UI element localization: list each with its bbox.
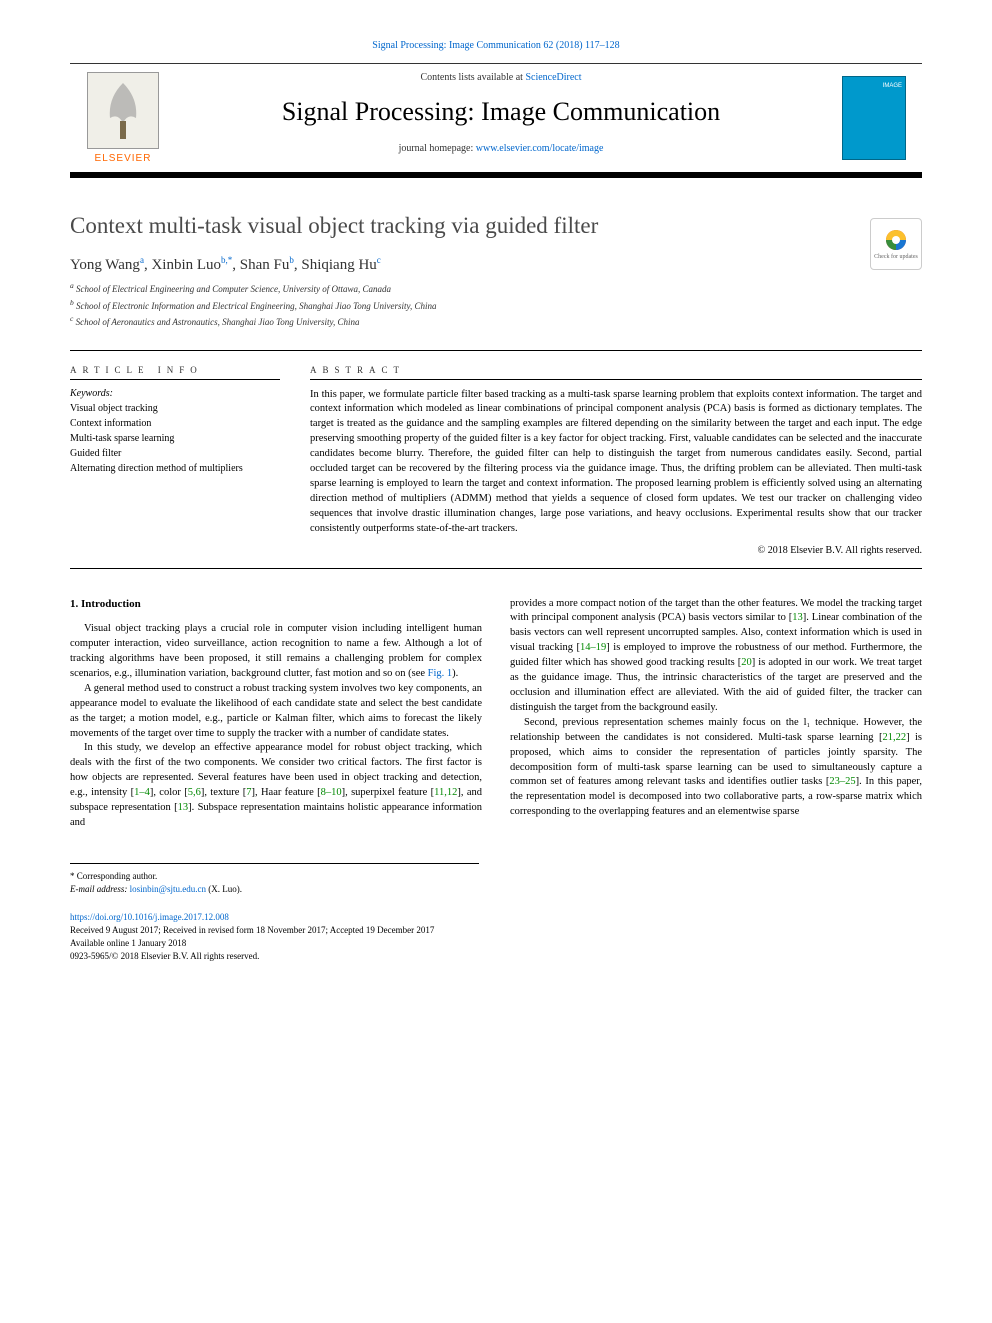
article-title: Context multi-task visual object trackin… bbox=[70, 213, 850, 239]
author: Yong Wang bbox=[70, 257, 140, 273]
cover-label: IMAGE bbox=[883, 83, 902, 89]
paragraph: In this study, we develop an effective a… bbox=[70, 741, 482, 830]
affiliation: a School of Electrical Engineering and C… bbox=[70, 280, 850, 297]
history-line: Received 9 August 2017; Received in revi… bbox=[70, 924, 922, 937]
affiliations: a School of Electrical Engineering and C… bbox=[70, 280, 850, 330]
keywords-list: Visual object tracking Context informati… bbox=[70, 401, 280, 476]
abstract-text: In this paper, we formulate particle fil… bbox=[310, 388, 922, 537]
citation-link[interactable]: 1–4 bbox=[134, 787, 150, 798]
citation-link[interactable]: 11,12 bbox=[434, 787, 457, 798]
author-list: Yong Wanga, Xinbin Luob,*, Shan Fub, Shi… bbox=[70, 255, 850, 274]
aff-marker: b,* bbox=[221, 255, 232, 265]
publisher-block: ELSEVIER bbox=[70, 64, 176, 172]
issn-copyright: 0923-5965/© 2018 Elsevier B.V. All right… bbox=[70, 950, 922, 963]
figure-ref-link[interactable]: Fig. 1 bbox=[428, 668, 453, 679]
sciencedirect-link[interactable]: ScienceDirect bbox=[525, 72, 581, 83]
keyword: Alternating direction method of multipli… bbox=[70, 461, 280, 476]
citation-link[interactable]: 13 bbox=[792, 612, 803, 623]
elsevier-tree-icon bbox=[87, 72, 159, 149]
citation-link[interactable]: 23–25 bbox=[829, 776, 855, 787]
citation-link[interactable]: 21,22 bbox=[882, 732, 906, 743]
paragraph: provides a more compact notion of the ta… bbox=[510, 597, 922, 716]
publisher-name: ELSEVIER bbox=[95, 153, 152, 164]
citation-link[interactable]: 14–19 bbox=[580, 642, 606, 653]
author: Shan Fu bbox=[240, 257, 290, 273]
journal-banner: ELSEVIER Contents lists available at Sci… bbox=[70, 63, 922, 178]
aff-marker: b bbox=[289, 255, 294, 265]
paragraph: Visual object tracking plays a crucial r… bbox=[70, 622, 482, 682]
affiliation: c School of Aeronautics and Astronautics… bbox=[70, 313, 850, 330]
citation-link[interactable]: 8–10 bbox=[321, 787, 342, 798]
aff-marker: a bbox=[140, 255, 144, 265]
available-line: Available online 1 January 2018 bbox=[70, 937, 922, 950]
contents-line: Contents lists available at ScienceDirec… bbox=[176, 72, 826, 83]
body-text: 1. Introduction Visual object tracking p… bbox=[70, 597, 922, 831]
email-link[interactable]: losinbin@sjtu.edu.cn bbox=[130, 884, 206, 894]
footnotes: * Corresponding author. E-mail address: … bbox=[70, 863, 479, 897]
corresponding-author-note: * Corresponding author. bbox=[70, 870, 479, 884]
contents-prefix: Contents lists available at bbox=[420, 72, 525, 83]
article-info-heading: ARTICLE INFO bbox=[70, 365, 280, 380]
keyword: Context information bbox=[70, 416, 280, 431]
running-header: Signal Processing: Image Communication 6… bbox=[70, 40, 922, 51]
citation-link[interactable]: 20 bbox=[741, 657, 752, 668]
section-heading: 1. Introduction bbox=[70, 597, 482, 613]
homepage-prefix: journal homepage: bbox=[399, 143, 476, 154]
aff-marker: c bbox=[377, 255, 381, 265]
homepage-line: journal homepage: www.elsevier.com/locat… bbox=[176, 143, 826, 154]
crossmark-icon bbox=[884, 228, 908, 252]
check-updates-badge[interactable]: Check for updates bbox=[870, 218, 922, 270]
paragraph: Second, previous representation schemes … bbox=[510, 716, 922, 820]
keywords-label: Keywords: bbox=[70, 388, 280, 399]
author: Xinbin Luo bbox=[151, 257, 221, 273]
check-updates-label: Check for updates bbox=[874, 254, 918, 260]
email-line: E-mail address: losinbin@sjtu.edu.cn (X.… bbox=[70, 883, 479, 897]
divider bbox=[70, 568, 922, 569]
citation-link[interactable]: 5,6 bbox=[188, 787, 201, 798]
homepage-link[interactable]: www.elsevier.com/locate/image bbox=[476, 143, 604, 154]
keyword: Multi-task sparse learning bbox=[70, 431, 280, 446]
abstract-heading: ABSTRACT bbox=[310, 365, 922, 380]
author: Shiqiang Hu bbox=[301, 257, 376, 273]
journal-cover-thumbnail: IMAGE bbox=[842, 76, 906, 160]
doi-link[interactable]: https://doi.org/10.1016/j.image.2017.12.… bbox=[70, 912, 229, 922]
keyword: Guided filter bbox=[70, 446, 280, 461]
citation-link[interactable]: 13 bbox=[178, 802, 189, 813]
copyright: © 2018 Elsevier B.V. All rights reserved… bbox=[310, 545, 922, 556]
keyword: Visual object tracking bbox=[70, 401, 280, 416]
journal-name: Signal Processing: Image Communication bbox=[176, 97, 826, 127]
article-metadata: https://doi.org/10.1016/j.image.2017.12.… bbox=[70, 911, 922, 963]
paragraph: A general method used to construct a rob… bbox=[70, 682, 482, 742]
affiliation: b School of Electronic Information and E… bbox=[70, 297, 850, 314]
